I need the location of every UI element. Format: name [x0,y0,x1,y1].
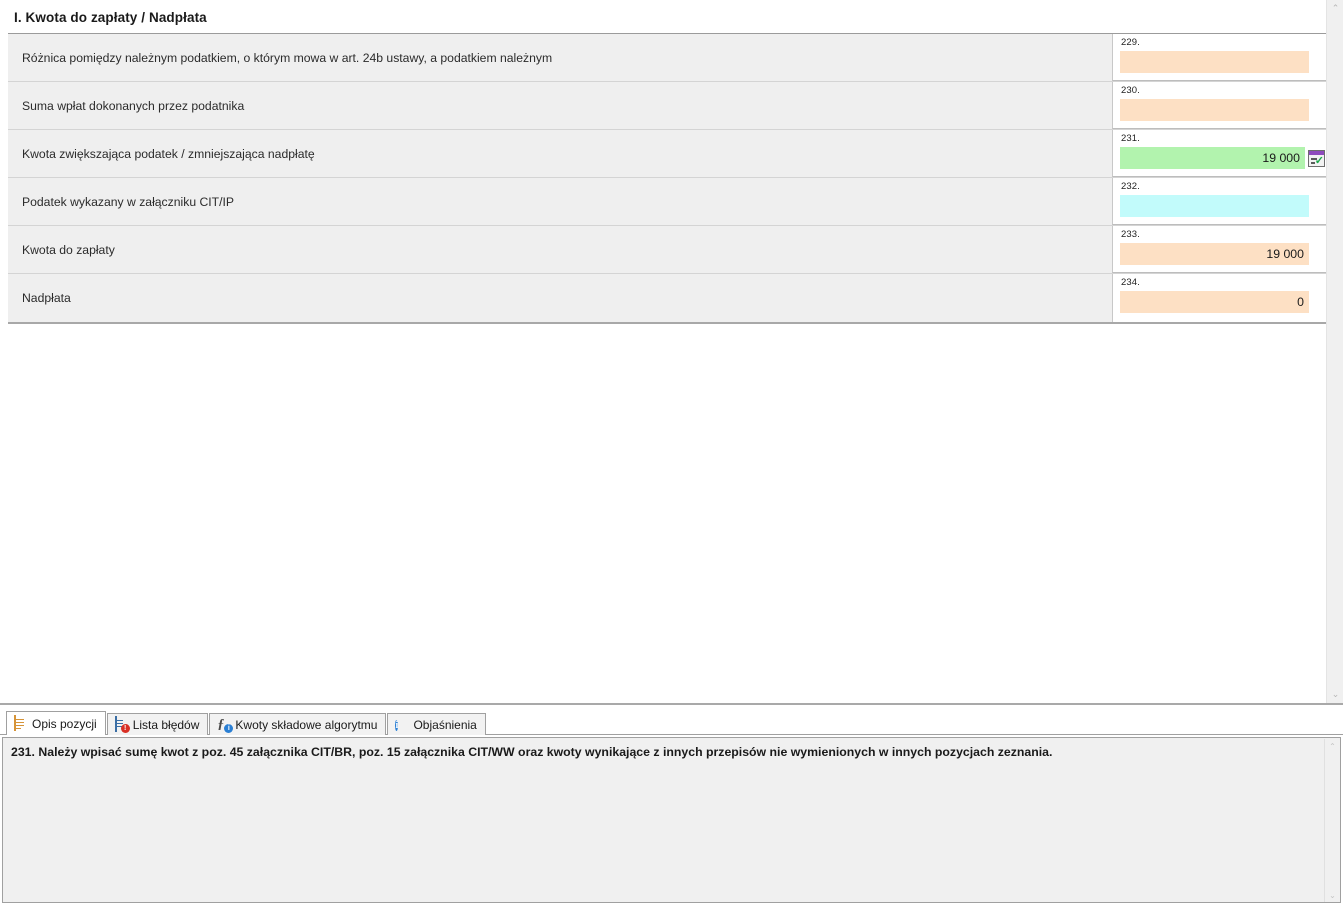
tab-label: Opis pozycji [32,716,97,731]
algorithm-form-icon-button[interactable]: ✓ [1308,149,1325,167]
form-rows: Różnica pomiędzy należnym podatkiem, o k… [8,34,1331,324]
field-input-wrap [1120,291,1325,313]
tab-label: Lista błędów [132,717,200,732]
row-label: Kwota zwiększająca podatek / zmniejszają… [8,130,1112,177]
tab-opis-pozycji[interactable]: Opis pozycji [6,711,106,735]
form-row: Suma wpłat dokonanych przez podatnika 230… [8,82,1331,130]
amount-input-231[interactable] [1120,147,1305,169]
field-cell: 232. [1112,178,1331,225]
field-cell: 234. [1112,274,1331,322]
row-label: Podatek wykazany w załączniku CIT/IP [8,178,1112,225]
field-cell: 233. [1112,226,1331,273]
field-cell: 229. [1112,34,1331,81]
icon-titlebar [1309,150,1324,155]
field-input-wrap [1120,195,1325,217]
form-row: Nadpłata 234. [8,274,1331,322]
amount-input-230[interactable] [1120,99,1309,121]
info-panel: Opis pozycji! Lista błędów ƒ i Kwoty składow… [0,711,1343,905]
function-glyph: ƒ [217,717,225,732]
tab-kwoty-sk-adowe-algorytmu[interactable]: ƒ i Kwoty składowe algorytmu [209,713,387,735]
info-circle-icon: i [394,717,409,732]
function-info-icon: ƒi [216,717,234,733]
scroll-up-arrow-icon[interactable]: ⌃ [1327,0,1343,17]
error-badge: ! [120,724,130,733]
form-vertical-scrollbar[interactable]: ⌃ ⌄ [1326,0,1343,703]
field-input-wrap [1120,243,1325,265]
amount-input-234[interactable] [1120,291,1309,313]
description-text: 231. Należy wpisać sumę kwot z poz. 45 z… [11,745,1053,759]
row-label: Różnica pomiędzy należnym podatkiem, o k… [8,34,1112,81]
description-vertical-scrollbar[interactable]: ⌃ ⌄ [1324,739,1340,902]
form-row: Podatek wykazany w załączniku CIT/IP 232. [8,178,1331,226]
description-box: 231. Należy wpisać sumę kwot z poz. 45 z… [2,737,1341,903]
check-icon: ✓ [1314,154,1324,167]
info-panel-tabstrip: Opis pozycji! Lista błędów ƒ i Kwoty składow… [0,711,1343,735]
field-input-wrap [1120,99,1325,121]
field-number: 233. [1121,229,1140,240]
field-input-wrap: ✓ [1120,147,1325,169]
scroll-down-arrow-icon[interactable]: ⌄ [1327,686,1343,703]
info-glyph: i [395,720,399,731]
tab-label: Kwoty składowe algorytmu [235,717,378,732]
amount-input-229[interactable] [1120,51,1309,73]
field-number: 232. [1121,181,1140,192]
description-scroll-up-arrow-icon[interactable]: ⌃ [1325,739,1340,754]
amount-input-233[interactable] [1120,243,1309,265]
field-number: 230. [1121,85,1140,96]
form-window: I. Kwota do zapłaty / Nadpłata Różnica p… [0,0,1343,905]
field-number: 234. [1121,277,1140,288]
row-label: Nadpłata [8,274,1112,322]
field-cell: 231. ✓ [1112,130,1331,177]
document-error-icon: ! [114,716,130,733]
form-row: Kwota zwiększająca podatek / zmniejszają… [8,130,1331,178]
form-row: Różnica pomiędzy należnym podatkiem, o k… [8,34,1331,82]
row-label: Kwota do zapłaty [8,226,1112,273]
amount-input-232[interactable] [1120,195,1309,217]
document-orange-icon [13,715,28,731]
tab-obja-nienia[interactable]: i Objaśnienia [387,713,486,735]
form-row: Kwota do zapłaty 233. [8,226,1331,274]
page-title: I. Kwota do zapłaty / Nadpłata [14,10,207,25]
field-number: 229. [1121,37,1140,48]
field-input-wrap [1120,51,1325,73]
description-scroll-down-arrow-icon[interactable]: ⌄ [1325,888,1340,902]
tab-label: Objaśnienia [413,717,477,732]
field-cell: 230. [1112,82,1331,129]
info-badge: i [224,724,234,733]
tab-lista-b-d-w[interactable]: ! Lista błędów [106,713,209,735]
panel-splitter[interactable] [0,703,1343,711]
row-label: Suma wpłat dokonanych przez podatnika [8,82,1112,129]
field-number: 231. [1121,133,1140,144]
form-scroll-area: I. Kwota do zapłaty / Nadpłata Różnica p… [0,0,1343,703]
